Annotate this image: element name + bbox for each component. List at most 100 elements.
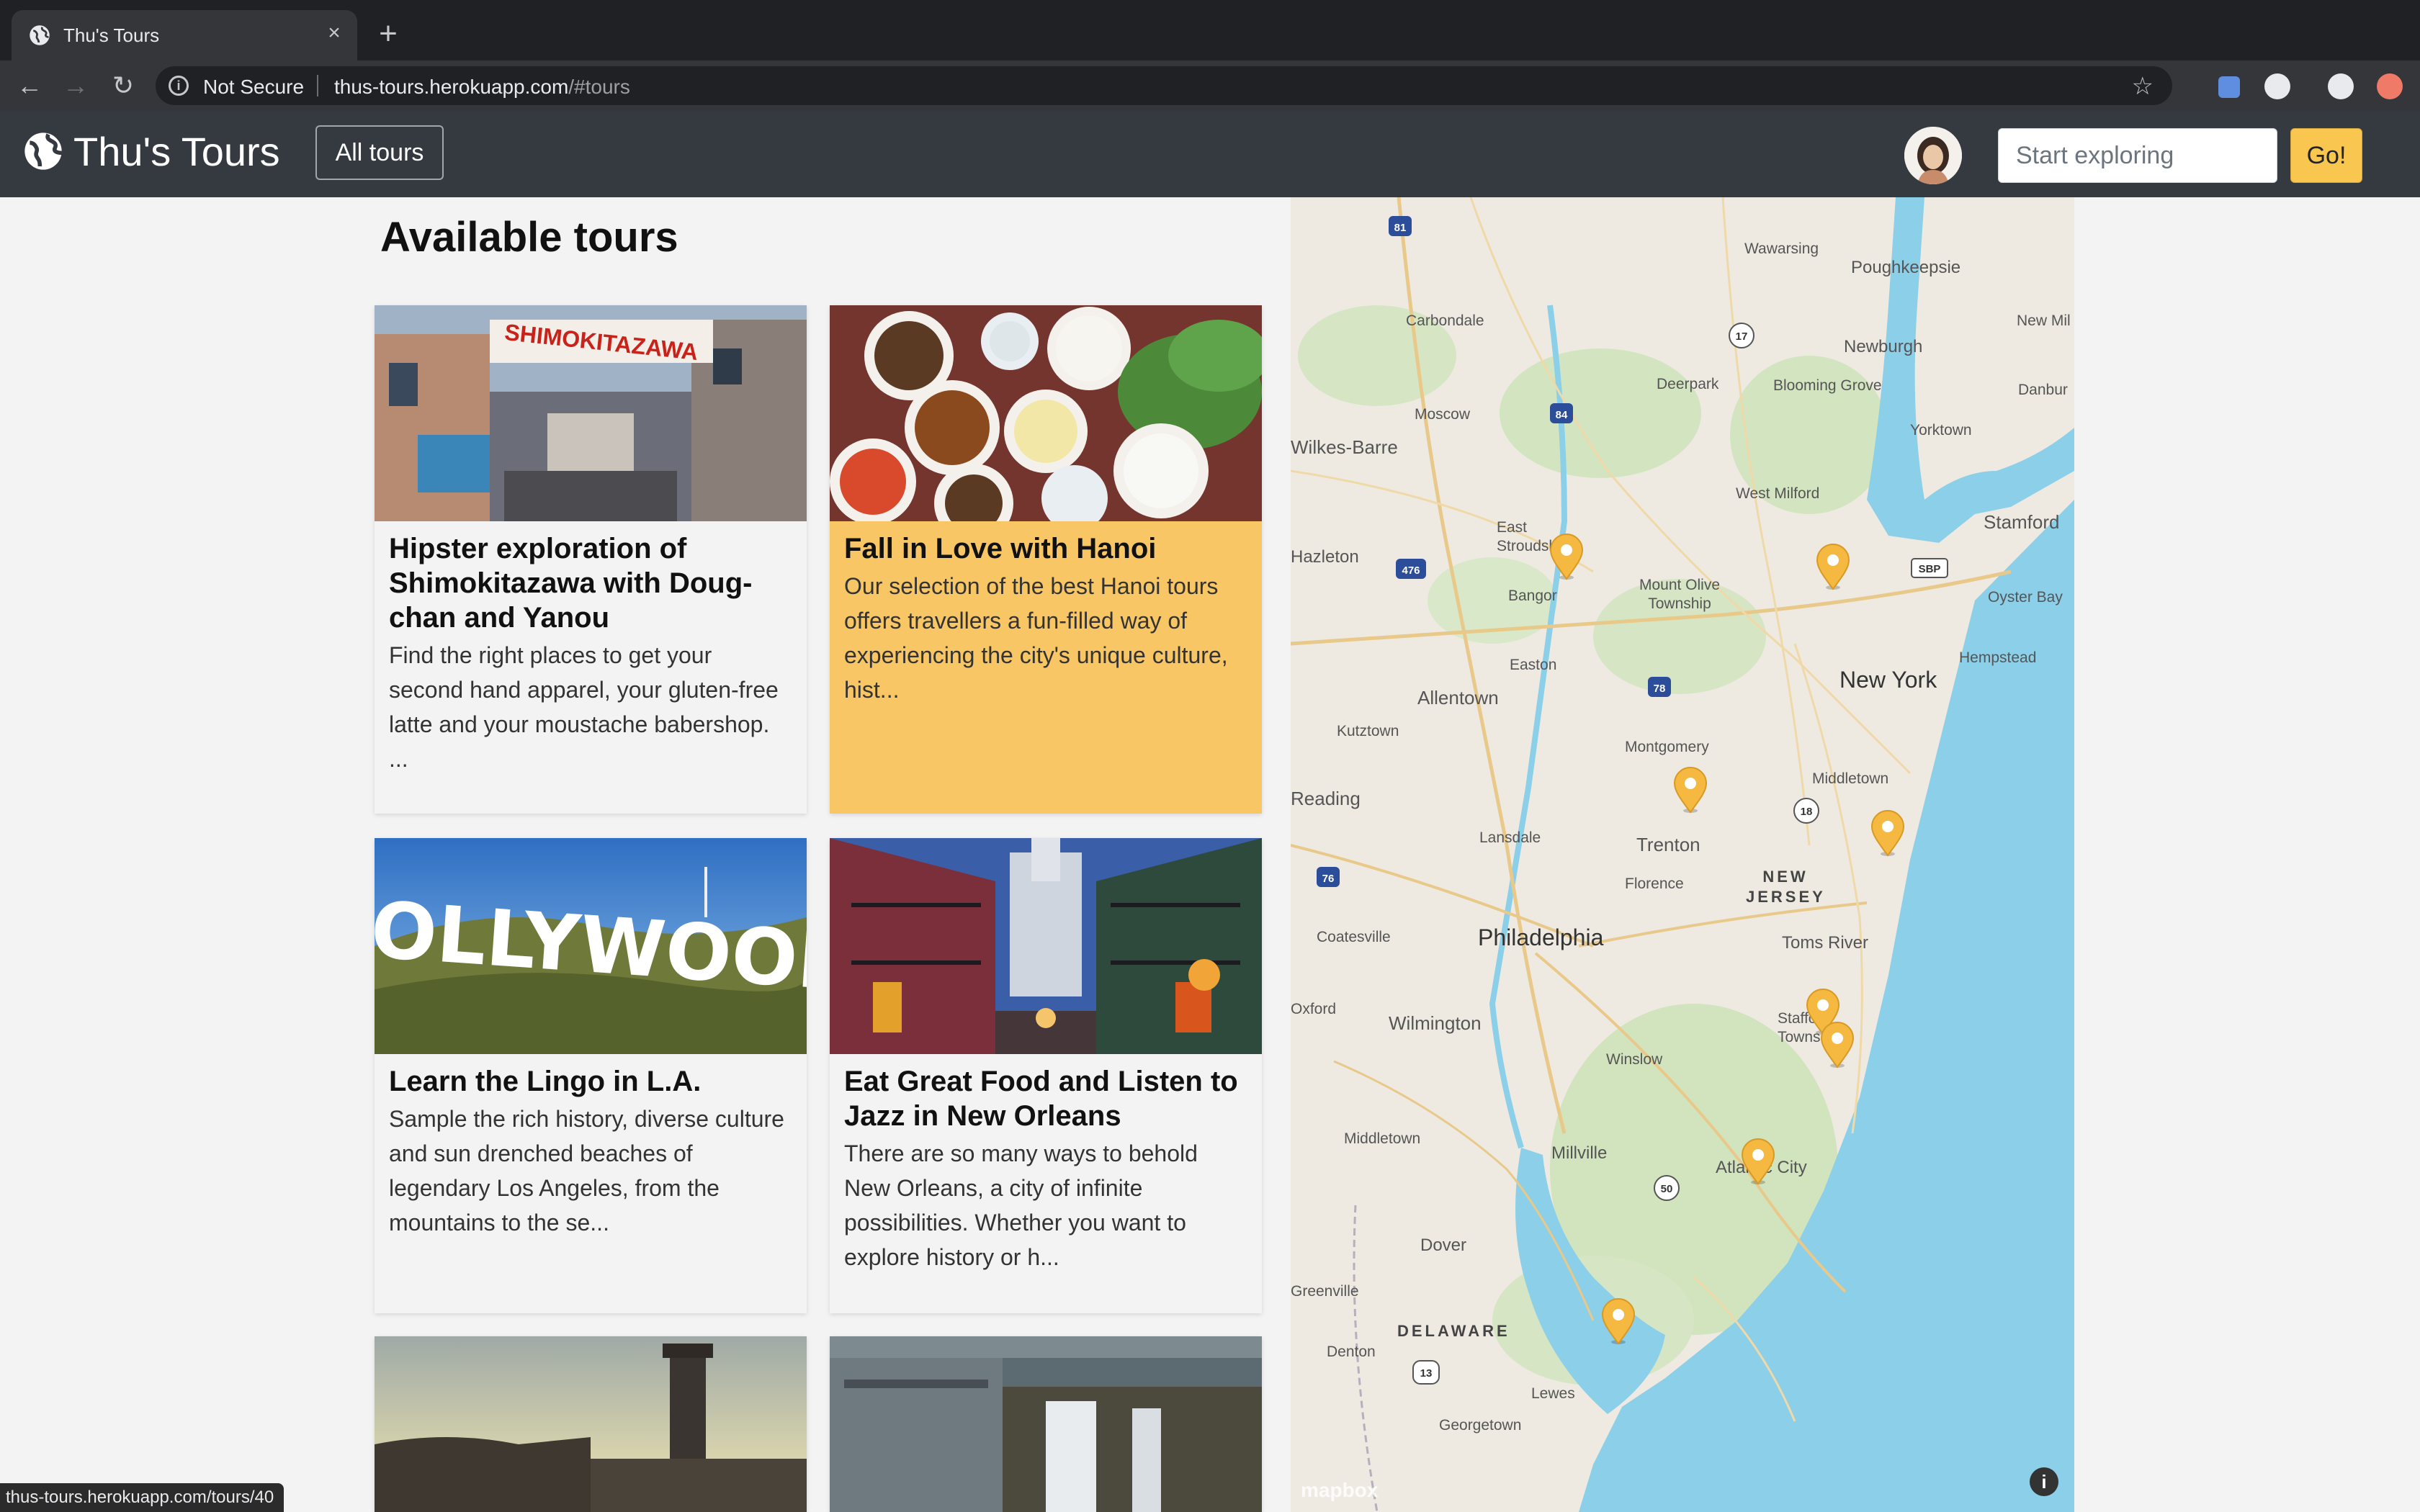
extension-icon[interactable] — [2218, 76, 2240, 98]
address-bar[interactable]: i Not Secure thus-tours.herokuapp.com/#t… — [156, 66, 2172, 105]
map-label-blooming-grove: Blooming Grove — [1773, 377, 1882, 394]
highway-shield: 50 — [1654, 1175, 1680, 1201]
highway-shield: 13 — [1412, 1360, 1440, 1385]
tour-image-hollywood: HOLLYWOOD — [375, 838, 807, 1054]
tour-card[interactable]: HOLLYWOOD Learn the Lingo in L.A. Sample… — [375, 838, 807, 1313]
browser-tab[interactable]: Thu's Tours × — [12, 10, 357, 60]
tours-map[interactable]: 81 84 476 17 78 18 76 50 13 SBP Wawarsin… — [1291, 197, 2074, 1512]
map-label-middletown-nj: Middletown — [1812, 770, 1889, 787]
map-label-bangor: Bangor — [1508, 588, 1557, 604]
avatar-image — [1904, 127, 1962, 184]
map-label-winslow: Winslow — [1606, 1051, 1663, 1068]
map-label-trenton: Trenton — [1636, 834, 1700, 855]
not-secure-label[interactable]: Not Secure — [203, 76, 304, 99]
tour-card[interactable] — [830, 1336, 1262, 1512]
map-label-coatesville: Coatesville — [1317, 929, 1391, 945]
forward-icon[interactable]: → — [58, 68, 94, 104]
map-label-new-york: New York — [1839, 667, 1937, 693]
map-label-allentown: Allentown — [1417, 687, 1499, 708]
all-tours-button[interactable]: All tours — [315, 125, 444, 180]
url-path: /#tours — [568, 76, 630, 98]
map-label-easton: Easton — [1510, 657, 1557, 673]
map-pin-icon[interactable] — [1549, 533, 1585, 580]
tour-card[interactable]: Eat Great Food and Listen to Jazz in New… — [830, 838, 1262, 1313]
svg-text:17: 17 — [1736, 330, 1748, 343]
tour-description: There are so many ways to behold New Orl… — [844, 1140, 1198, 1270]
tour-description: Sample the rich history, diverse culture… — [389, 1106, 784, 1236]
highway-shield: 17 — [1729, 323, 1754, 348]
mapbox-logo[interactable]: mapbox — [1301, 1479, 1378, 1502]
tour-image-hanoi — [830, 305, 1262, 521]
map-pin-icon[interactable] — [1740, 1138, 1776, 1185]
tour-card[interactable]: Fall in Love with Hanoi Our selection of… — [830, 305, 1262, 814]
browser-tab-strip: Thu's Tours × + — [0, 0, 2420, 60]
map-label-moscow: Moscow — [1415, 406, 1471, 423]
tour-description: Find the right places to get your second… — [389, 642, 779, 772]
map-label-florence: Florence — [1625, 876, 1684, 892]
menu-extension-icon[interactable] — [2377, 73, 2403, 99]
map-pin-icon[interactable] — [1672, 766, 1708, 814]
page-title: Available tours — [380, 214, 678, 261]
info-icon[interactable]: i — [169, 76, 189, 96]
map-label-montgomery: Montgomery — [1625, 739, 1709, 755]
map-label-wawarsing: Wawarsing — [1744, 240, 1819, 257]
svg-text:50: 50 — [1661, 1183, 1673, 1195]
map-label-new-milford: New Mil — [2017, 312, 2071, 329]
map-label-oyster-bay: Oyster Bay — [1988, 589, 2063, 606]
map-label-delaware: DELAWARE — [1397, 1322, 1510, 1340]
back-icon[interactable]: ← — [12, 68, 48, 104]
map-label-yorktown: Yorktown — [1910, 422, 1972, 438]
map-label-middletown-de: Middletown — [1344, 1130, 1421, 1147]
map-label-dover: Dover — [1420, 1236, 1467, 1255]
tour-title[interactable]: Hipster exploration of Shimokitazawa wit… — [375, 521, 807, 635]
reload-icon[interactable]: ↻ — [105, 68, 141, 104]
svg-text:78: 78 — [1654, 683, 1666, 695]
map-label-lewes: Lewes — [1531, 1385, 1575, 1402]
tour-title[interactable]: Learn the Lingo in L.A. — [375, 1054, 807, 1099]
map-label-poughkeepsie: Poughkeepsie — [1851, 258, 1961, 277]
tour-card[interactable] — [375, 1336, 807, 1512]
profile-icon[interactable] — [2328, 73, 2354, 99]
map-label-carbondale: Carbondale — [1406, 312, 1484, 329]
svg-text:81: 81 — [1394, 222, 1407, 234]
map-label-danbury: Danbur — [2018, 382, 2068, 398]
map-pin-icon[interactable] — [1600, 1297, 1636, 1345]
svg-text:13: 13 — [1420, 1367, 1433, 1380]
highway-shield: 18 — [1793, 798, 1819, 824]
map-label-newburgh: Newburgh — [1844, 337, 1923, 356]
highway-shield: 78 — [1648, 677, 1671, 697]
map-label-wilkes-barre: Wilkes-Barre — [1291, 436, 1398, 458]
map-pin-icon[interactable] — [1870, 809, 1906, 857]
map-label-georgetown: Georgetown — [1439, 1417, 1522, 1434]
map-pin-icon[interactable] — [1815, 543, 1851, 590]
tour-title[interactable]: Fall in Love with Hanoi — [830, 521, 1262, 566]
tour-image-new-orleans — [830, 838, 1262, 1054]
divider — [317, 75, 318, 96]
close-tab-icon[interactable]: × — [321, 20, 347, 46]
tour-card[interactable]: SHIMOKITAZAWA Hipster exploration of Shi… — [375, 305, 807, 814]
map-label-deerpark: Deerpark — [1657, 376, 1719, 392]
tab-title: Thu's Tours — [63, 24, 160, 46]
tour-image-shimokitazawa: SHIMOKITAZAWA — [375, 305, 807, 521]
svg-text:476: 476 — [1402, 564, 1420, 577]
avatar[interactable] — [1904, 127, 1962, 184]
globe-logo-icon[interactable] — [23, 131, 63, 171]
new-tab-icon[interactable]: + — [372, 18, 405, 52]
map-label-kutztown: Kutztown — [1337, 723, 1399, 739]
map-label-east-stroudsburg: East Stroudsburg — [1497, 519, 1579, 554]
search-input[interactable] — [1998, 128, 2277, 183]
highway-shield: 81 — [1389, 216, 1412, 236]
brand-title[interactable]: Thu's Tours — [73, 128, 280, 175]
highway-shield: SBP — [1911, 558, 1948, 578]
url-text[interactable]: thus-tours.herokuapp.com/#tours — [334, 76, 630, 99]
map-label-toms-river: Toms River — [1782, 933, 1869, 953]
go-button[interactable]: Go! — [2290, 128, 2362, 183]
tour-title[interactable]: Eat Great Food and Listen to Jazz in New… — [830, 1054, 1262, 1133]
bookmark-star-icon[interactable]: ☆ — [2132, 72, 2154, 101]
globe-icon — [30, 25, 50, 45]
map-label-reading: Reading — [1291, 788, 1361, 809]
tour-image-monument — [375, 1336, 807, 1512]
theme-extension-icon[interactable] — [2264, 73, 2290, 99]
map-info-icon[interactable]: i — [2030, 1467, 2058, 1496]
map-pin-icon[interactable] — [1819, 1021, 1855, 1068]
